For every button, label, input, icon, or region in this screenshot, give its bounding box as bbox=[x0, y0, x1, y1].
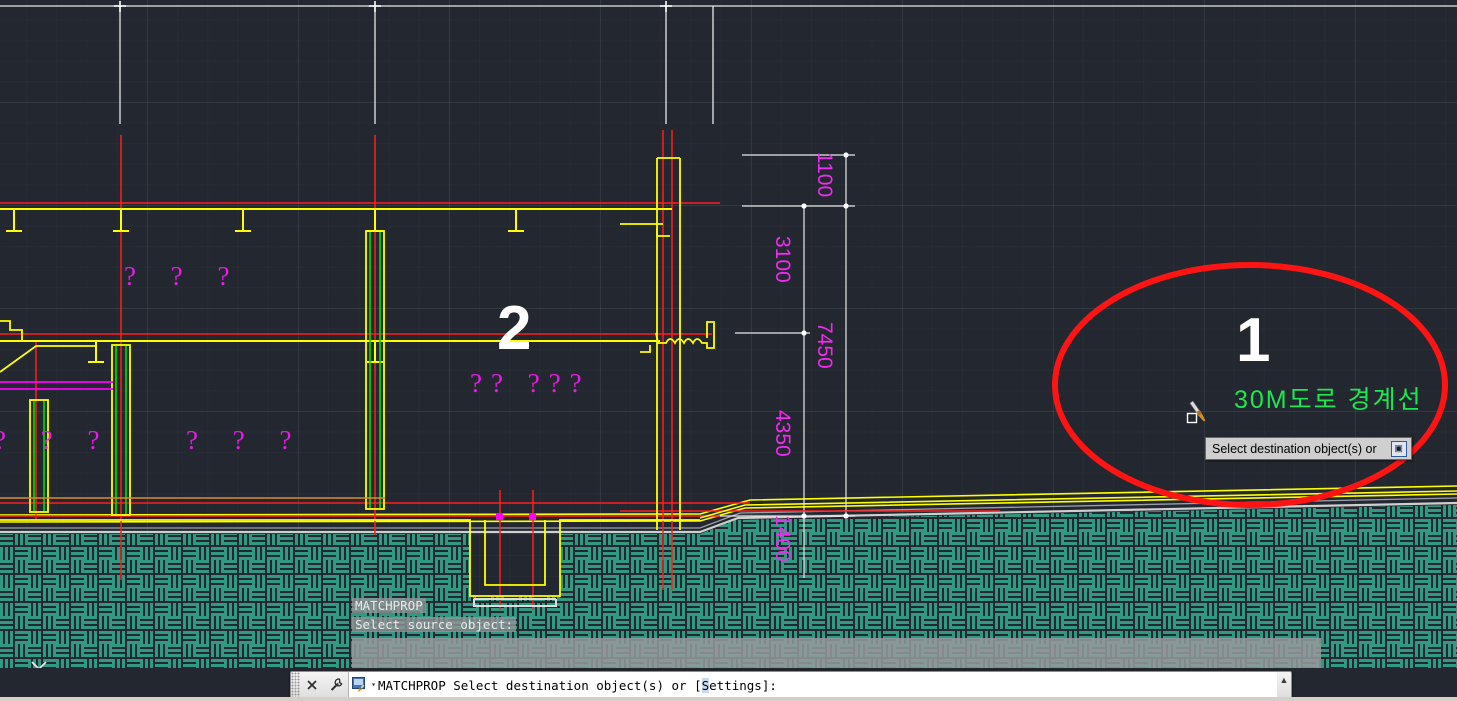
command-history-scroll-icon[interactable]: ▲ bbox=[1277, 672, 1291, 698]
status-bar bbox=[0, 697, 1457, 701]
history-settings-block: Current active settings: Color Layer Lty… bbox=[352, 638, 1322, 668]
command-prompt-prefix: MATCHPROP Select destination object(s) o… bbox=[378, 677, 702, 693]
structure-green bbox=[33, 232, 381, 514]
history-source-prompt: Select source object: bbox=[352, 617, 517, 632]
command-line-bar[interactable]: ▾ MATCHPROP Select destination object(s)… bbox=[290, 671, 1292, 699]
command-prompt-keyword[interactable]: S bbox=[701, 677, 710, 693]
autocad-window: 2 1 30M도로 경계선 ? ? ? ?? ??? ? ? ? ? ? ? 1… bbox=[0, 0, 1457, 701]
command-input-field[interactable]: ▾ MATCHPROP Select destination object(s)… bbox=[348, 672, 1277, 698]
command-line-wrench-icon[interactable] bbox=[324, 672, 348, 698]
pickbox-cursor bbox=[1186, 412, 1198, 424]
magenta-line-left bbox=[0, 381, 113, 390]
dynamic-input-expand-icon[interactable]: ▣ bbox=[1390, 440, 1407, 457]
command-prompt-suffix: ettings]: bbox=[709, 677, 777, 693]
drawing-canvas[interactable]: 2 1 30M도로 경계선 ? ? ? ?? ??? ? ? ? ? ? ? 1… bbox=[0, 0, 1457, 668]
dynamic-input-tooltip[interactable]: Select destination object(s) or ▣ bbox=[1205, 437, 1412, 460]
dynamic-input-text: Select destination object(s) or bbox=[1212, 441, 1377, 456]
command-prompt-text: MATCHPROP Select destination object(s) o… bbox=[378, 677, 777, 693]
witness-lines-white bbox=[0, 1, 1457, 124]
command-icon-dropdown-icon[interactable]: ▾ bbox=[369, 677, 378, 693]
command-line-grip[interactable] bbox=[291, 672, 300, 698]
command-line-close-icon[interactable] bbox=[300, 672, 324, 698]
drawing-vectors bbox=[0, 1, 1457, 668]
history-command-label: MATCHPROP bbox=[352, 598, 426, 613]
matchprop-icon[interactable] bbox=[352, 677, 368, 693]
annotation-ellipse bbox=[1052, 262, 1448, 508]
